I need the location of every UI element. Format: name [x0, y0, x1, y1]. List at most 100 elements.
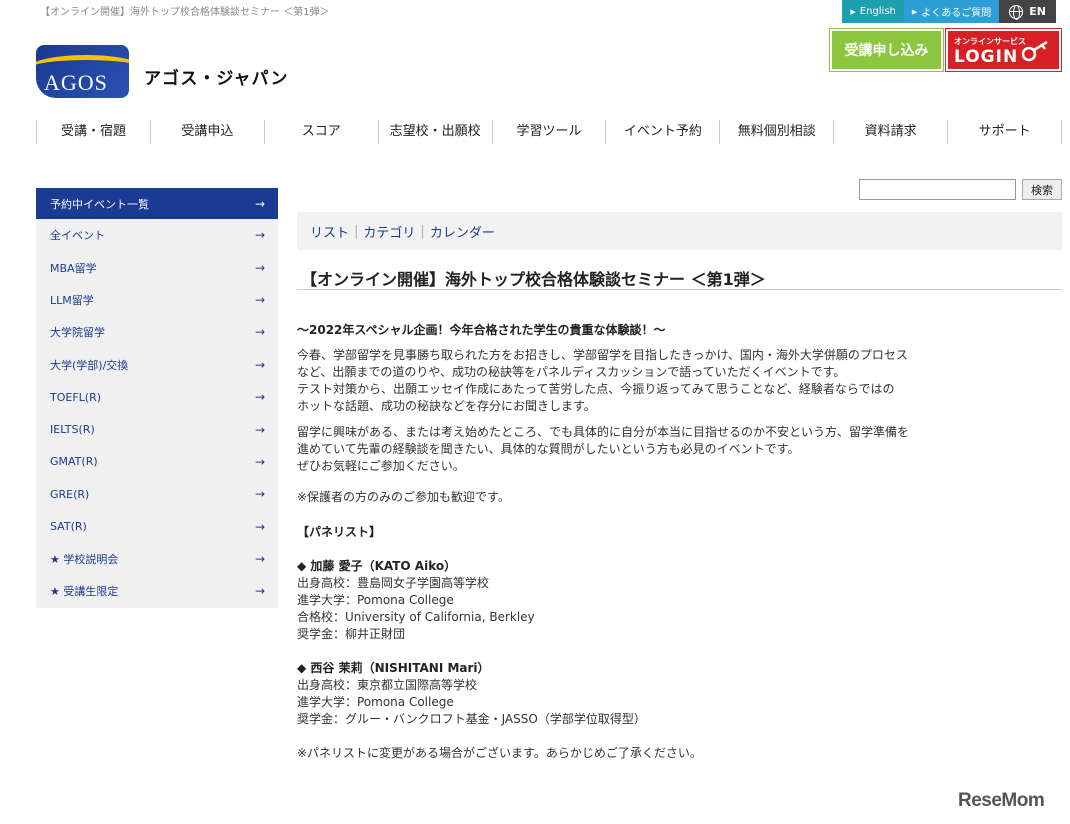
nav-item-consult[interactable]: 無料個別相談 — [719, 120, 833, 144]
text-line: テスト対策から、出願エッセイ作成にあたって苦労した点、今振り返ってみて思うことな… — [297, 382, 895, 396]
event-paragraph-2: 留学に興味がある、または考え始めたところ、でも具体的に自分が本当に目指せるのか不… — [297, 424, 937, 475]
faq-link-label: よくあるご質問 — [921, 8, 992, 19]
arrow-right-icon: → — [254, 519, 265, 534]
tab-category[interactable]: カテゴリ — [363, 222, 415, 241]
tab-calendar[interactable]: カレンダー — [430, 222, 495, 241]
text-line: 今春、学部留学を見事勝ち取られた方をお招きし、学部留学を目指したきっかけ、国内・… — [297, 348, 908, 362]
text-line: ぜひお気軽にご参加ください。 — [297, 459, 465, 473]
sidebar-item-llm[interactable]: LLM留学 → — [36, 284, 278, 316]
nav-item-events[interactable]: イベント予約 — [605, 120, 719, 144]
nav-item-support[interactable]: サポート — [947, 120, 1063, 144]
faq-link[interactable]: ▶ よくあるご質問 — [903, 0, 1000, 23]
utility-bar: ▶ English ▶ よくあるご質問 EN — [842, 0, 1056, 23]
arrow-right-icon: → — [254, 196, 265, 211]
arrow-right-icon: → — [254, 325, 265, 340]
event-paragraph-1: 今春、学部留学を見事勝ち取られた方をお招きし、学部留学を目指したきっかけ、国内・… — [297, 347, 937, 415]
arrow-right-icon: → — [254, 584, 265, 599]
tab-divider: | — [420, 223, 425, 239]
sidebar-item-undergrad[interactable]: 大学(学部)/交換 → — [36, 349, 278, 381]
text-line: 進学大学：Pomona College — [297, 593, 454, 607]
triangle-right-icon: ▶ — [850, 7, 856, 16]
nav-item-materials[interactable]: 資料請求 — [833, 120, 947, 144]
search-button[interactable]: 検索 — [1022, 179, 1062, 200]
sidebar-item-label: TOEFL(R) — [50, 390, 102, 404]
sidebar-item-ielts[interactable]: IELTS(R) → — [36, 413, 278, 445]
text-line: 出身高校：東京都立国際高等学校 — [297, 678, 478, 692]
event-title: 【オンライン開催】海外トップ校合格体験談セミナー ＜第1弾＞ — [297, 266, 1062, 290]
sidebar-item-reserved[interactable]: 予約中イベント一覧 → — [36, 188, 278, 219]
arrow-right-icon: → — [254, 454, 265, 469]
sidebar-item-toefl[interactable]: TOEFL(R) → — [36, 381, 278, 413]
arrow-right-icon: → — [254, 487, 265, 502]
search-input[interactable] — [859, 179, 1016, 200]
sidebar-item-label: 大学院留学 — [50, 326, 105, 340]
panelist-heading: 【パネリスト】 — [297, 525, 382, 539]
agos-logo[interactable]: AGOS — [36, 45, 129, 98]
panelist-2: ◆ 西谷 茉莉（NISHITANI Mari） 出身高校：東京都立国際高等学校 … — [297, 660, 937, 728]
tab-list[interactable]: リスト — [310, 222, 349, 241]
sidebar-item-gmat[interactable]: GMAT(R) → — [36, 446, 278, 478]
login-small-label: オンラインサービス — [954, 37, 1026, 46]
text-line: 合格校：University of California, Berkley — [297, 610, 535, 624]
sidebar-item-label: 予約中イベント一覧 — [50, 197, 149, 211]
login-big-label: LOGIN — [954, 47, 1019, 67]
arrow-right-icon: → — [254, 552, 265, 567]
sidebar-item-label: GRE(R) — [50, 487, 90, 501]
arrow-right-icon: → — [254, 260, 265, 275]
text-line: 奨学金：グルー・バンクロフト基金・JASSO（学部学位取得型） — [297, 712, 646, 726]
sidebar-item-label: SAT(R) — [50, 520, 87, 534]
nav-item-lessons[interactable]: 受講・宿題 — [36, 120, 150, 144]
sidebar-item-info-session[interactable]: ★ 学校説明会 → — [36, 543, 278, 575]
text-line: 進学大学：Pomona College — [297, 695, 454, 709]
watermark-part-b: Mom — [1001, 790, 1045, 811]
sidebar-item-label: MBA留学 — [50, 261, 97, 275]
tab-divider: | — [354, 223, 359, 239]
sidebar-item-gre[interactable]: GRE(R) → — [36, 478, 278, 510]
sidebar-item-label: ★ 学校説明会 — [50, 553, 119, 567]
text-line: ホットな話題、成功の秘訣などを存分にお聞きします。 — [297, 399, 596, 413]
login-button[interactable]: オンラインサービス LOGIN — [945, 28, 1062, 72]
text-line: 奨学金：柳井正財団 — [297, 627, 406, 641]
sidebar-item-mba[interactable]: MBA留学 → — [36, 251, 278, 283]
watermark-part-a: Rese — [958, 790, 1002, 811]
english-link[interactable]: ▶ English — [842, 0, 904, 23]
language-label: EN — [1029, 5, 1046, 18]
sidebar-item-sat[interactable]: SAT(R) → — [36, 511, 278, 543]
parents-note: ※保護者の方のみのご参加も歓迎です。 — [297, 490, 510, 504]
logo-text: AGOS — [44, 70, 108, 95]
event-lead: ～2022年スペシャル企画！今年合格された学生の貴重な体験談！～ — [297, 323, 666, 337]
sidebar-item-label: GMAT(R) — [50, 455, 98, 469]
text-line: など、出願までの道のりや、成功の秘訣等をパネルディスカッションで語っていただくイ… — [297, 365, 846, 379]
panelist-1-name: ◆ 加藤 愛子（KATO Aiko） — [297, 559, 457, 573]
view-tabs: リスト | カテゴリ | カレンダー — [297, 212, 1062, 250]
page-title-breadcrumb: 【オンライン開催】海外トップ校合格体験談セミナー ＜第1弾＞ — [40, 7, 330, 18]
arrow-right-icon: → — [254, 292, 265, 307]
sidebar-item-label: 全イベント — [50, 229, 105, 243]
nav-item-apply[interactable]: 受講申込 — [149, 120, 264, 144]
sidebar-item-students-only[interactable]: ★ 受講生限定 → — [36, 575, 278, 607]
apply-button[interactable]: 受講申し込み — [829, 28, 944, 72]
change-note: ※パネリストに変更がある場合がございます。あらかじめご了承ください。 — [297, 746, 702, 760]
text-line: 出身高校：豊島岡女子学園高等学校 — [297, 576, 490, 590]
arrow-right-icon: → — [254, 357, 265, 372]
sidebar-item-label: LLM留学 — [50, 293, 94, 307]
arrow-right-icon: → — [254, 422, 265, 437]
nav-item-tools[interactable]: 学習ツール — [491, 120, 606, 144]
arrow-right-icon: → — [254, 228, 265, 243]
nav-item-score[interactable]: スコア — [263, 120, 378, 144]
sidebar-item-label: 大学(学部)/交換 — [50, 358, 129, 372]
text-line: 進めていて先輩の経験談を聞きたい、具体的な質問がしたいという方も必見のイベントで… — [297, 442, 800, 456]
panelist-1: ◆ 加藤 愛子（KATO Aiko） 出身高校：豊島岡女子学園高等学校 進学大学… — [297, 558, 937, 643]
nav-item-schools[interactable]: 志望校・出願校 — [377, 120, 492, 144]
globe-icon — [1009, 4, 1024, 20]
panelist-2-name: ◆ 西谷 茉莉（NISHITANI Mari） — [297, 661, 490, 675]
global-nav: 受講・宿題 受講申込 スコア 志望校・出願校 学習ツール イベント予約 無料個別… — [36, 120, 1063, 144]
sidebar-item-grad[interactable]: 大学院留学 → — [36, 316, 278, 348]
text-line: 留学に興味がある、または考え始めたところ、でも具体的に自分が本当に目指せるのか不… — [297, 425, 910, 439]
language-switch[interactable]: EN — [999, 0, 1056, 23]
sidebar-item-label: ★ 受講生限定 — [50, 585, 119, 599]
sidebar-item-all[interactable]: 全イベント → — [36, 219, 278, 251]
event-body: ～2022年スペシャル企画！今年合格された学生の貴重な体験談！～ 今春、学部留学… — [297, 322, 937, 771]
key-icon — [1021, 40, 1048, 62]
arrow-right-icon: → — [254, 390, 265, 405]
